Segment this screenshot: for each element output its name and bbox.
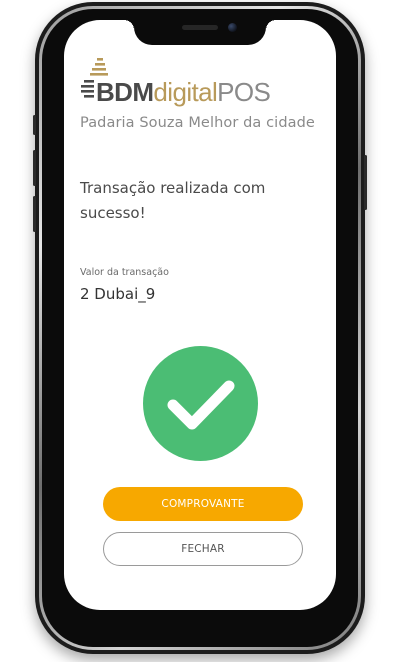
logo-wordmark: BDMdigitalPOS xyxy=(96,77,271,107)
logo-bdm-text: BDM xyxy=(96,77,154,107)
notch xyxy=(124,17,276,45)
success-message: Transação realizada com sucesso! xyxy=(80,179,266,222)
power-button xyxy=(364,155,367,210)
mute-switch xyxy=(33,115,36,135)
app-screen xyxy=(64,20,336,610)
volume-up-button xyxy=(33,150,36,186)
volume-down-button xyxy=(33,196,36,232)
close-button[interactable]: FECHAR xyxy=(103,532,303,566)
receipt-button[interactable]: COMPROVANTE xyxy=(103,487,303,521)
success-status-badge xyxy=(143,346,258,461)
logo-pos-text: POS xyxy=(217,77,271,107)
transaction-value: 2 Dubai_9 xyxy=(80,285,156,303)
store-name: Padaria Souza Melhor da cidade xyxy=(80,115,315,131)
transaction-value-label: Valor da transação xyxy=(80,267,169,278)
device-mockup: BDMdigitalPOS Padaria Souza Melhor da ci… xyxy=(0,0,401,662)
earpiece-speaker xyxy=(182,25,218,30)
brand-logo: BDMdigitalPOS xyxy=(80,58,290,108)
logo-digital-text: digital xyxy=(153,77,218,107)
front-camera xyxy=(228,23,237,32)
checkmark-icon xyxy=(167,380,235,430)
